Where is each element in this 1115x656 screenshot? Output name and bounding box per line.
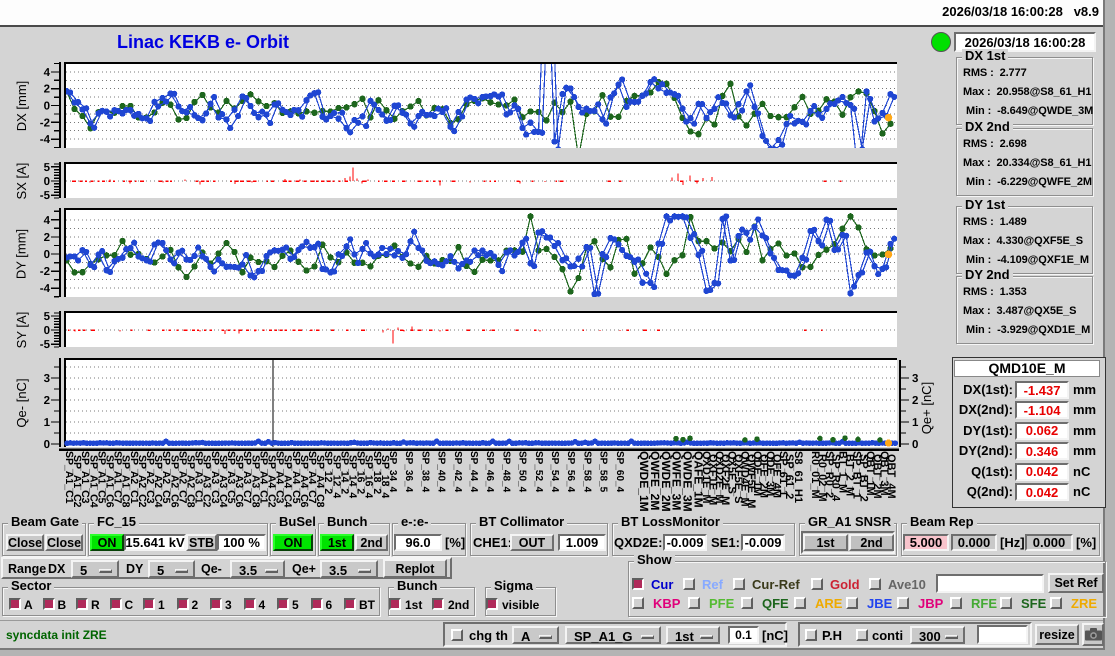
svg-text:2: 2	[44, 232, 50, 244]
svg-text:0: 0	[44, 439, 50, 451]
svg-text:SP_52_4: SP_52_4	[533, 451, 544, 493]
svg-text:-4: -4	[40, 134, 51, 146]
svg-text:Qe+ [nC]: Qe+ [nC]	[919, 382, 934, 434]
svg-text:4: 4	[44, 215, 51, 227]
svg-text:SP_56_4: SP_56_4	[565, 451, 576, 493]
svg-text:0: 0	[44, 325, 50, 337]
svg-text:1: 1	[912, 417, 919, 429]
svg-text:SP_54_4: SP_54_4	[549, 451, 560, 493]
svg-text:3: 3	[44, 373, 50, 385]
svg-text:5: 5	[44, 162, 51, 174]
svg-text:DX [mm]: DX [mm]	[14, 81, 29, 132]
svg-text:3: 3	[912, 373, 918, 385]
svg-text:SP_60_4: SP_60_4	[614, 451, 625, 493]
svg-text:-4: -4	[40, 283, 51, 295]
svg-text:SP_40_4: SP_40_4	[436, 451, 447, 493]
svg-text:0: 0	[44, 176, 50, 188]
svg-text:SP_58_4: SP_58_4	[581, 451, 592, 493]
svg-text:DY [mm]: DY [mm]	[14, 229, 29, 279]
svg-text:SY [A]: SY [A]	[14, 312, 29, 349]
svg-text:2: 2	[44, 84, 50, 96]
svg-text:SX [A]: SX [A]	[14, 163, 29, 200]
svg-text:2: 2	[912, 395, 918, 407]
svg-text:4: 4	[44, 67, 51, 79]
svg-text:SP_50_4: SP_50_4	[517, 451, 528, 493]
svg-text:Qe- [nC]: Qe- [nC]	[14, 378, 29, 427]
svg-text:SP_46_4: SP_46_4	[484, 451, 495, 493]
svg-text:SP_42_4: SP_42_4	[452, 451, 463, 493]
svg-text:-5: -5	[40, 190, 51, 202]
svg-text:SP_38_4: SP_38_4	[419, 451, 430, 493]
svg-text:SP_36_4: SP_36_4	[403, 451, 414, 493]
svg-text:SP_58_5: SP_58_5	[598, 451, 609, 493]
svg-text:S8_61_H1: S8_61_H1	[792, 451, 804, 503]
svg-text:0: 0	[912, 439, 918, 451]
svg-text:SP_44_4: SP_44_4	[468, 451, 479, 493]
svg-text:QBT_4M: QBT_4M	[885, 454, 897, 499]
svg-text:0: 0	[44, 101, 50, 113]
svg-text:1: 1	[44, 417, 51, 429]
svg-text:SP_34_4: SP_34_4	[387, 451, 398, 493]
svg-text:2: 2	[44, 395, 50, 407]
svg-text:-2: -2	[40, 117, 50, 129]
svg-text:-5: -5	[40, 339, 51, 351]
svg-text:0: 0	[44, 249, 50, 261]
svg-text:SP_48_4: SP_48_4	[500, 451, 511, 493]
svg-text:5: 5	[44, 311, 51, 323]
svg-text:-2: -2	[40, 266, 50, 278]
